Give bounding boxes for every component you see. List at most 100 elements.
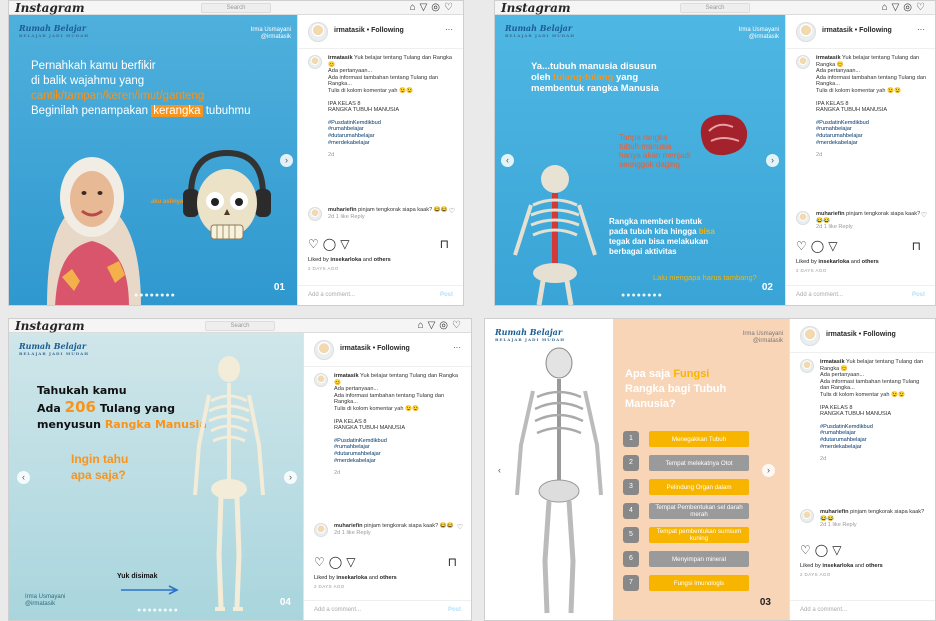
add-comment-field[interactable]: Add a comment... Post	[298, 285, 463, 305]
follow-status[interactable]: • Following	[855, 27, 892, 34]
hashtag[interactable]: #PusdatinKemdikbud	[816, 120, 927, 127]
avatar[interactable]	[308, 22, 328, 42]
post-username[interactable]: irmatasik	[826, 331, 857, 338]
hashtag[interactable]: #PusdatinKemdikbud	[820, 424, 927, 431]
function-label: Tempat pembentukan sumsum kuning	[649, 527, 749, 543]
avatar[interactable]	[796, 211, 810, 225]
hashtag[interactable]: #rumahbelajar	[816, 126, 927, 133]
comment-username[interactable]: muhariefin	[334, 523, 363, 529]
follow-status[interactable]: • Following	[367, 27, 404, 34]
hashtag[interactable]: #rumahbelajar	[820, 430, 927, 437]
comment-icon[interactable]: ◯	[815, 543, 832, 557]
avatar[interactable]	[796, 22, 816, 42]
next-slide-button[interactable]: ›	[762, 463, 775, 477]
hashtag[interactable]: #rumahbelajar	[328, 126, 455, 133]
avatar[interactable]	[314, 523, 328, 537]
carousel-dots: ●●●●●●●●	[137, 607, 179, 614]
hashtag[interactable]: #dutarumahbelajar	[328, 133, 455, 140]
more-options-icon[interactable]: ···	[917, 25, 925, 34]
comment-username[interactable]: muhariefin	[820, 509, 849, 515]
avatar[interactable]	[800, 359, 814, 373]
avatar[interactable]	[800, 509, 814, 523]
post-comment-button[interactable]: Post	[912, 292, 925, 298]
next-slide-button[interactable]: ›	[284, 470, 297, 484]
comment: muhariefin pinjam tengkorak siapa kaak? …	[308, 207, 455, 221]
bookmark-icon[interactable]: ⊓	[448, 555, 461, 569]
comment-icon[interactable]: ◯	[811, 239, 828, 253]
caption-username[interactable]: irmatasik	[816, 55, 841, 61]
comment-username[interactable]: muhariefin	[328, 207, 357, 213]
caption-username[interactable]: irmatasik	[334, 373, 359, 379]
post-username[interactable]: irmatasik	[334, 27, 365, 34]
like-icon[interactable]: ♡	[314, 555, 329, 569]
post-date: 2 DAYS AGO	[308, 266, 339, 271]
post-comment-button[interactable]: Post	[448, 607, 461, 613]
add-comment-field[interactable]: Add a comment... Post	[304, 600, 471, 620]
instagram-logo[interactable]: Instagram	[501, 1, 571, 15]
post-username[interactable]: irmatasik	[822, 27, 853, 34]
like-comment-icon[interactable]: ♡	[921, 212, 927, 220]
next-slide-button[interactable]: ›	[280, 154, 293, 167]
caption-username[interactable]: irmatasik	[328, 55, 353, 61]
function-item: 5 Tempat pembentukan sumsum kuning	[623, 527, 749, 543]
nav-icons[interactable]: ⌂▽◎♡	[882, 2, 929, 13]
previous-slide-button[interactable]: ‹	[17, 470, 30, 484]
bookmark-icon[interactable]: ⊓	[440, 237, 453, 251]
hashtag[interactable]: #PusdatinKemdikbud	[334, 438, 463, 445]
search-input[interactable]: Search	[201, 3, 271, 13]
nav-icons[interactable]: ⌂▽◎♡	[410, 2, 457, 13]
add-comment-field[interactable]: Add a comment... Post	[786, 285, 935, 305]
slide-text: Ya...tubuh manusia disusun oleh tulang-t…	[531, 61, 659, 94]
previous-slide-button[interactable]: ‹	[501, 154, 514, 167]
hashtag[interactable]: #merdekabelajar	[820, 444, 927, 451]
search-input[interactable]: Search	[205, 321, 275, 331]
hashtag[interactable]: #PusdatinKemdikbud	[328, 120, 455, 127]
bookmark-icon[interactable]: ⊓	[912, 239, 925, 253]
add-comment-field[interactable]: Add a comment...	[790, 600, 935, 620]
next-slide-button[interactable]: ›	[766, 154, 779, 167]
hashtag[interactable]: #merdekabelajar	[816, 140, 927, 147]
hashtag[interactable]: #dutarumahbelajar	[334, 451, 463, 458]
post-username[interactable]: irmatasik	[340, 345, 371, 352]
avatar[interactable]	[796, 55, 810, 69]
like-icon[interactable]: ♡	[796, 239, 811, 253]
instagram-logo[interactable]: Instagram	[15, 1, 85, 15]
more-options-icon[interactable]: ···	[445, 25, 453, 34]
nav-icons[interactable]: ⌂▽◎♡	[418, 320, 465, 331]
carousel-slide-1: Rumah Belajar BELAJAR JADI MUDAH Irma Usm…	[9, 15, 299, 305]
caption-username[interactable]: irmatasik	[820, 359, 845, 365]
avatar[interactable]	[314, 340, 334, 360]
post-date: 2 DAYS AGO	[800, 572, 831, 577]
comment-icon[interactable]: ◯	[323, 237, 340, 251]
share-icon[interactable]: ▽	[832, 543, 845, 557]
hashtag[interactable]: #merdekabelajar	[334, 458, 463, 465]
function-label: Fungsi Imunologis	[649, 575, 749, 591]
like-comment-icon[interactable]: ♡	[457, 524, 463, 532]
post-comment-button[interactable]: Post	[440, 292, 453, 298]
instagram-logo[interactable]: Instagram	[15, 319, 85, 333]
slide-number: 03	[759, 597, 771, 608]
avatar[interactable]	[308, 207, 322, 221]
share-icon[interactable]: ▽	[346, 555, 359, 569]
follow-status[interactable]: • Following	[373, 345, 410, 352]
avatar[interactable]	[800, 326, 820, 346]
follow-status[interactable]: • Following	[859, 331, 896, 338]
previous-slide-button[interactable]: ‹	[493, 463, 506, 477]
hashtag[interactable]: #dutarumahbelajar	[816, 133, 927, 140]
like-comment-icon[interactable]: ♡	[449, 208, 455, 216]
hashtag[interactable]: #merdekabelajar	[328, 140, 455, 147]
comment-username[interactable]: muhariefin	[816, 211, 845, 217]
hashtag[interactable]: #rumahbelajar	[334, 444, 463, 451]
hashtag[interactable]: #dutarumahbelajar	[820, 437, 927, 444]
share-icon[interactable]: ▽	[340, 237, 353, 251]
author-credit: Irma Usmayani @irmatasik	[742, 331, 783, 344]
instagram-topbar: Instagram Search ⌂▽◎♡	[9, 1, 463, 15]
more-options-icon[interactable]: ···	[453, 343, 461, 352]
like-icon[interactable]: ♡	[308, 237, 323, 251]
search-input[interactable]: Search	[680, 3, 750, 13]
comment-icon[interactable]: ◯	[329, 555, 346, 569]
like-icon[interactable]: ♡	[800, 543, 815, 557]
avatar[interactable]	[314, 373, 328, 387]
avatar[interactable]	[308, 55, 322, 69]
share-icon[interactable]: ▽	[828, 239, 841, 253]
